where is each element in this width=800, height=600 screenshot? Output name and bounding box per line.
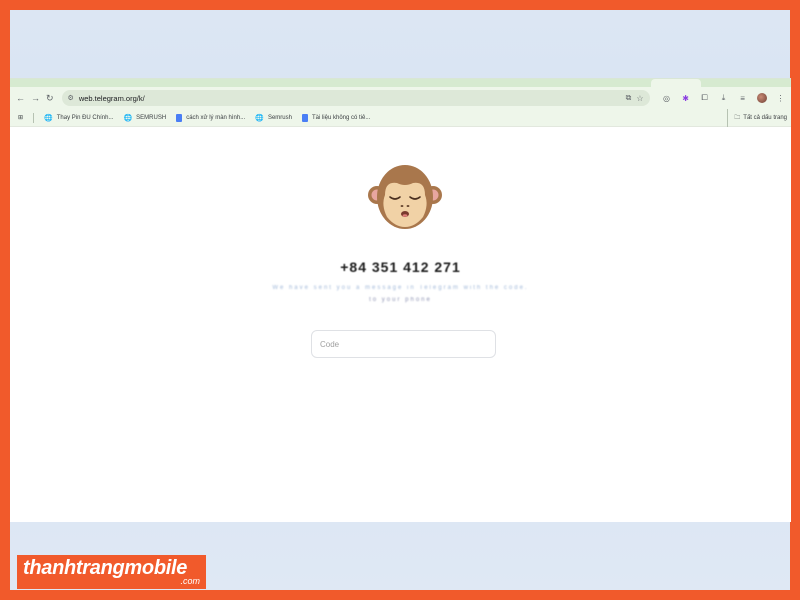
apps-grid-icon[interactable]: ⊞ (18, 114, 23, 121)
bookmark-item[interactable]: Tài liệu không có tiê... (301, 113, 371, 122)
bookmark-label: Semrush (267, 114, 292, 121)
active-tab[interactable] (651, 79, 701, 87)
document-icon (176, 113, 183, 122)
address-bar[interactable]: ⚙ web.telegram.org/k/ ⧉ ☆ (61, 90, 650, 106)
forward-icon[interactable]: → (31, 91, 40, 105)
bookmark-item[interactable]: 🌐 Thay Pin ĐU Chính... (44, 114, 113, 122)
screenshot-extension-icon[interactable]: ◎ (662, 94, 672, 103)
code-input[interactable] (311, 330, 496, 358)
globe-icon: 🌐 (255, 114, 264, 122)
downloads-icon[interactable]: ⤓ (719, 93, 729, 103)
globe-icon: 🌐 (123, 114, 133, 122)
bookmark-item[interactable]: 🌐 SEMRUSH (123, 114, 166, 122)
reload-icon[interactable]: ↻ (46, 91, 54, 105)
install-app-icon[interactable]: ⧉ (626, 93, 632, 103)
url-text[interactable]: web.telegram.org/k/ (79, 94, 621, 103)
bookmark-label: Thay Pin ĐU Chính... (56, 114, 114, 121)
browser-window: ← → ↻ ⚙ web.telegram.org/k/ ⧉ ☆ ◎ ✱ ⧠ ⤓ … (10, 78, 791, 522)
watermark-brand: thanhtrangmobile (23, 556, 188, 579)
login-description-line-1: We have sent you a message in Telegram w… (272, 285, 529, 291)
all-bookmarks-label: Tất cả dấu trang (743, 115, 787, 121)
bookmark-star-icon[interactable]: ☆ (636, 94, 643, 103)
monkey-avatar-icon (368, 165, 442, 229)
browser-toolbar: ← → ↻ ⚙ web.telegram.org/k/ ⧉ ☆ ◎ ✱ ⧠ ⤓ … (10, 87, 791, 109)
bookmarks-separator (33, 112, 35, 123)
bookmark-label: Tài liệu không có tiê... (311, 114, 371, 121)
extension-icons: ◎ ✱ ⧠ ⤓ ≡ ⋮ (662, 93, 786, 103)
watermark-logo: thanhtrangmobile .com (17, 555, 206, 589)
telegram-login-page: +84 351 412 271 We have sent you a messa… (10, 127, 791, 522)
login-description-line-2: to your phone (369, 297, 432, 303)
bookmark-item[interactable]: cách xử lý màn hình... (176, 113, 246, 122)
watermark-domain: .com (180, 575, 200, 586)
all-bookmarks-button[interactable]: 🗀 Tất cả dấu trang (727, 109, 787, 127)
bookmark-label: cách xử lý màn hình... (186, 114, 246, 121)
bookmarks-bar: ⊞ 🌐 Thay Pin ĐU Chính... 🌐 SEMRUSH cách … (10, 109, 791, 127)
folder-icon: 🗀 (734, 115, 741, 121)
globe-icon: 🌐 (44, 114, 53, 122)
profile-avatar[interactable] (756, 93, 767, 103)
extensions-puzzle-icon[interactable]: ⧠ (700, 93, 710, 103)
bookmark-label: SEMRUSH (136, 114, 167, 121)
document-icon (301, 113, 308, 122)
site-info-icon[interactable]: ⚙ (68, 94, 74, 102)
back-icon[interactable]: ← (16, 91, 25, 105)
browser-menu-icon[interactable]: ⋮ (776, 94, 786, 103)
bookmark-item[interactable]: 🌐 Semrush (255, 114, 292, 122)
phone-number: +84 351 412 271 (10, 259, 791, 275)
phone-number-text: +84 351 412 271 (340, 259, 461, 275)
tab-strip (10, 79, 791, 87)
reading-list-icon[interactable]: ≡ (738, 94, 748, 103)
extension-icon[interactable]: ✱ (681, 94, 691, 103)
